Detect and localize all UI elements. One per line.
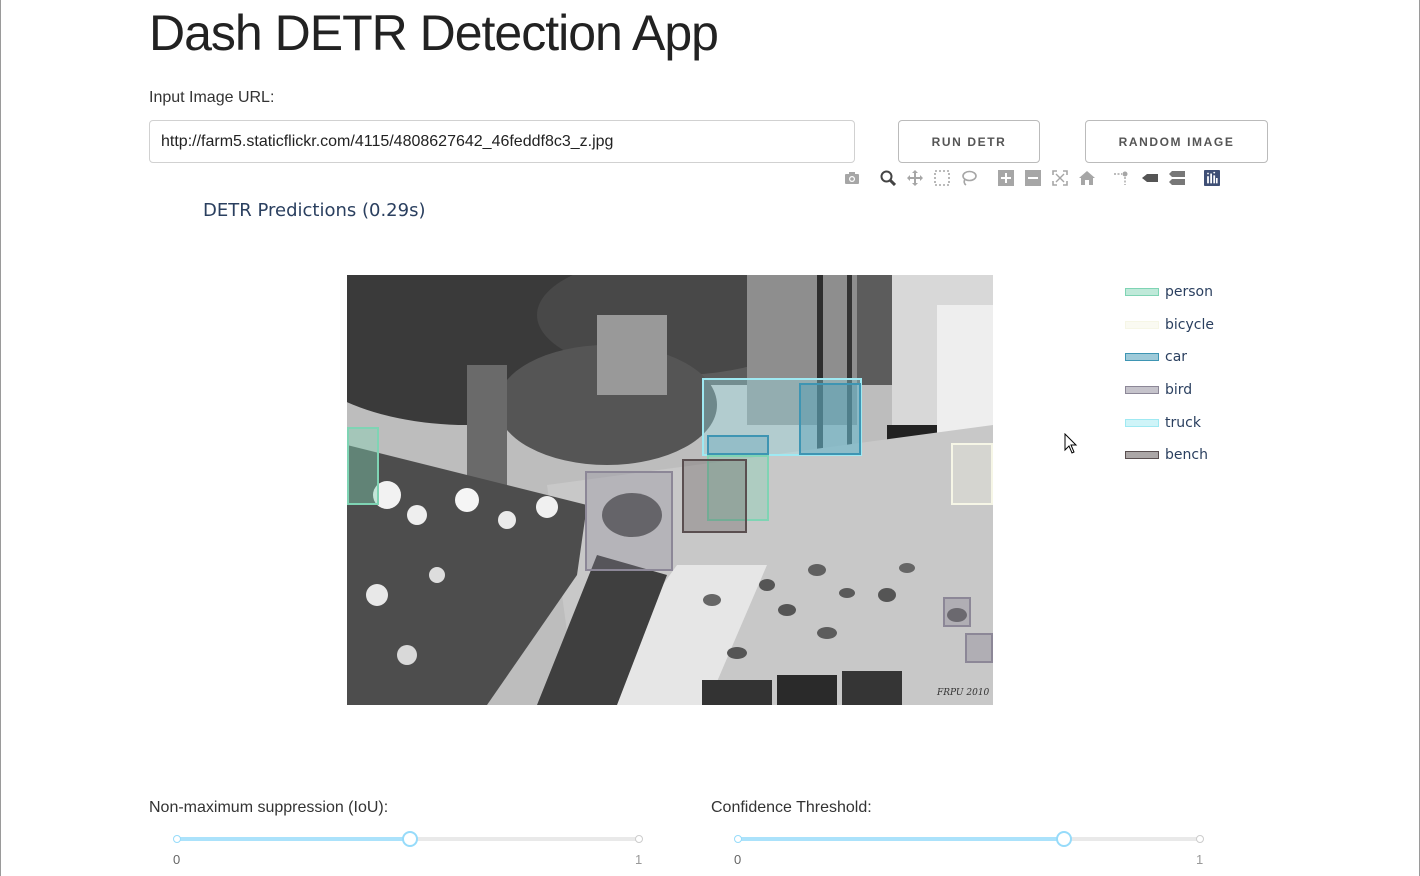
legend-swatch <box>1125 386 1159 394</box>
legend-swatch <box>1125 451 1159 459</box>
confidence-slider[interactable]: 0 1 <box>734 828 1206 868</box>
plotly-logo-icon[interactable] <box>1201 167 1223 189</box>
autoscale-icon[interactable] <box>1049 167 1071 189</box>
image-url-input[interactable] <box>149 120 855 163</box>
slider-min-dot <box>734 835 742 843</box>
legend-label: bird <box>1165 382 1193 398</box>
slider-max-label: 1 <box>635 852 643 867</box>
random-image-button[interactable]: RANDOM IMAGE <box>1085 120 1268 163</box>
legend-swatch <box>1125 353 1159 361</box>
detection-box-person[interactable] <box>347 427 379 505</box>
reset-axes-icon[interactable] <box>1076 167 1098 189</box>
run-detr-button[interactable]: RUN DETR <box>898 120 1040 163</box>
lasso-select-icon[interactable] <box>958 167 980 189</box>
legend-label: bench <box>1165 447 1208 463</box>
legend-label: car <box>1165 349 1188 365</box>
legend-item-bicycle[interactable]: bicycle <box>1121 313 1214 337</box>
nms-slider[interactable]: 0 1 <box>173 828 645 868</box>
slider-max-label: 1 <box>1196 852 1204 867</box>
detection-box-car[interactable] <box>707 435 769 455</box>
slider-min-label: 0 <box>173 852 181 867</box>
legend-item-bench[interactable]: bench <box>1121 443 1208 467</box>
nms-slider-handle[interactable] <box>402 831 418 847</box>
mouse-cursor-icon <box>1064 433 1078 454</box>
slider-track <box>738 837 1065 841</box>
show-closest-icon[interactable] <box>1139 167 1161 189</box>
graph-title: DETR Predictions (0.29s) <box>203 200 426 221</box>
toggle-spike-lines-icon[interactable] <box>1110 167 1132 189</box>
page-title: Dash DETR Detection App <box>149 5 719 61</box>
legend-label: person <box>1165 284 1213 300</box>
url-input-label: Input Image URL: <box>149 89 275 106</box>
confidence-slider-handle[interactable] <box>1056 831 1073 847</box>
zoom-in-icon[interactable] <box>995 167 1017 189</box>
legend-swatch <box>1125 321 1159 329</box>
pan-icon[interactable] <box>904 167 926 189</box>
legend-label: bicycle <box>1165 317 1214 333</box>
detection-box-bicycle[interactable] <box>951 443 993 505</box>
nms-slider-label: Non-maximum suppression (IoU): <box>149 799 389 816</box>
detection-box-bird[interactable] <box>943 597 971 627</box>
detection-image[interactable]: FRPU 2010 <box>347 275 993 705</box>
legend-swatch <box>1125 288 1159 296</box>
legend-item-person[interactable]: person <box>1121 280 1213 304</box>
slider-min-label: 0 <box>734 852 742 867</box>
compare-data-icon[interactable] <box>1166 167 1188 189</box>
legend-item-car[interactable]: car <box>1121 345 1187 369</box>
slider-max-dot <box>635 835 643 843</box>
legend-item-bird[interactable]: bird <box>1121 378 1192 402</box>
legend-label: truck <box>1165 415 1201 431</box>
zoom-icon[interactable] <box>877 167 899 189</box>
legend-item-truck[interactable]: truck <box>1121 411 1201 435</box>
graph-modebar <box>841 167 1231 189</box>
box-select-icon[interactable] <box>931 167 953 189</box>
camera-icon[interactable] <box>841 167 863 189</box>
detection-box-bird[interactable] <box>965 633 993 663</box>
confidence-slider-label: Confidence Threshold: <box>711 799 872 816</box>
detection-box-bench[interactable] <box>682 459 747 533</box>
photo-watermark: FRPU 2010 <box>936 688 990 698</box>
legend-swatch <box>1125 419 1159 427</box>
detection-box-car[interactable] <box>799 383 861 455</box>
zoom-out-icon[interactable] <box>1022 167 1044 189</box>
slider-min-dot <box>173 835 181 843</box>
detection-box-bird[interactable] <box>585 471 673 571</box>
slider-max-dot <box>1196 835 1204 843</box>
slider-track <box>177 837 410 841</box>
